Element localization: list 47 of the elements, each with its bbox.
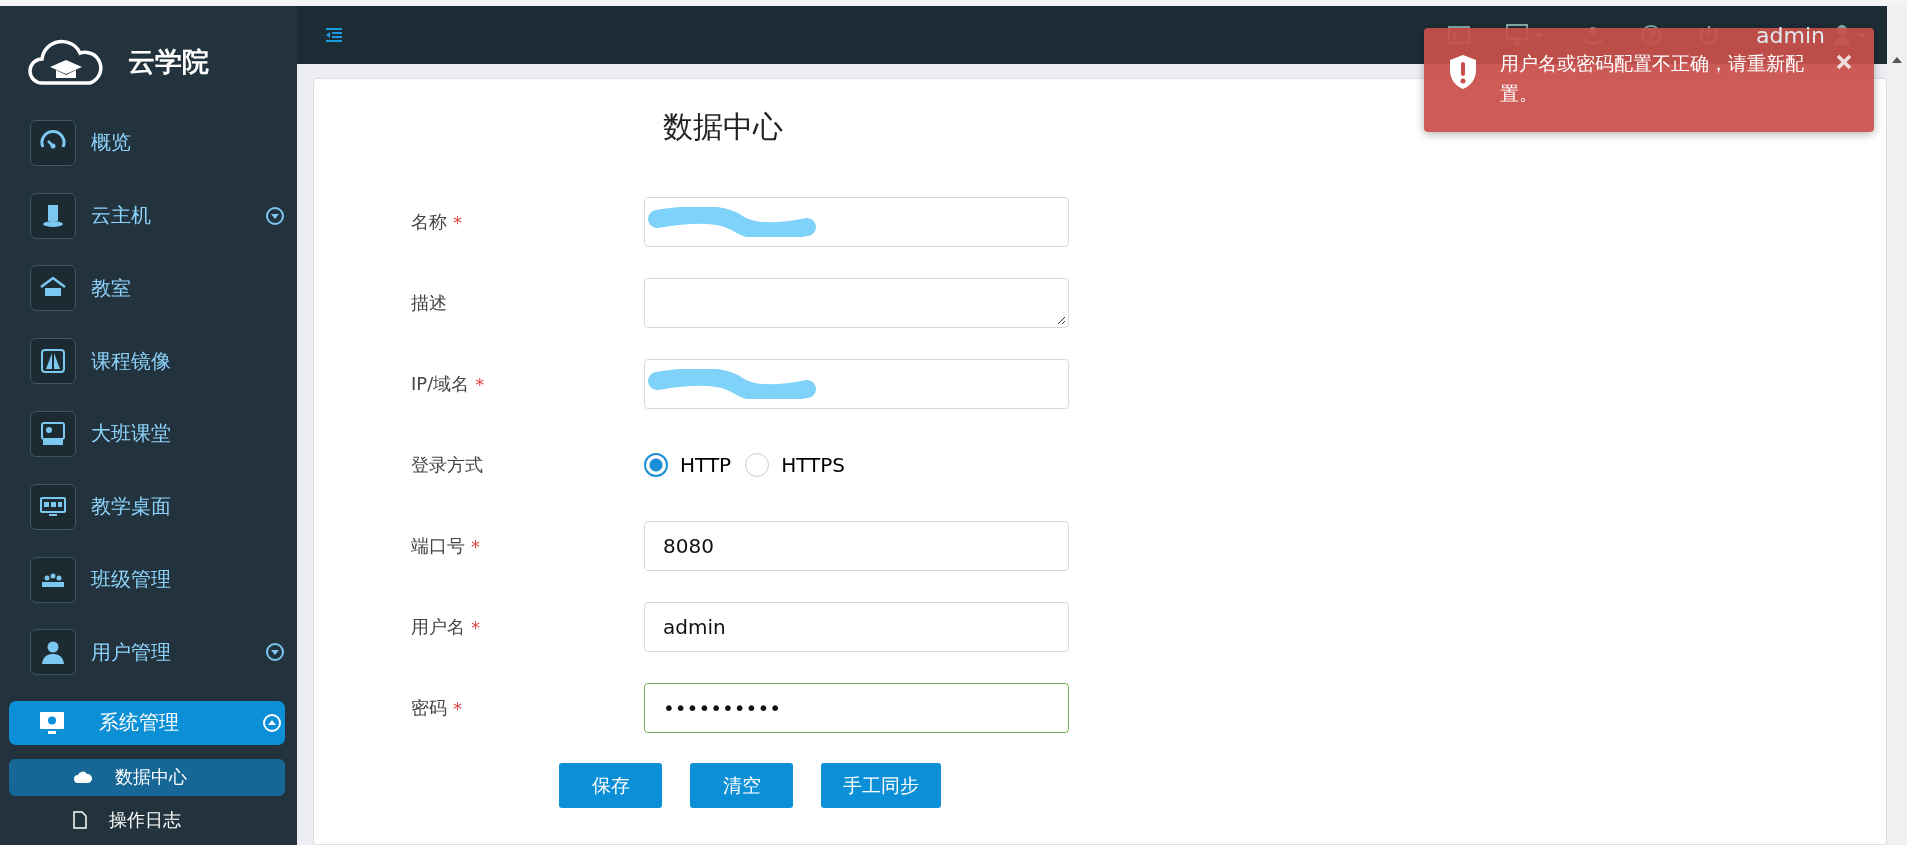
input-field[interactable] xyxy=(644,197,1069,247)
sidebar-item[interactable]: 大班课堂 xyxy=(30,409,288,459)
text-area[interactable] xyxy=(644,278,1069,328)
toast-message: 用户名或密码配置不正确，请重新配置。 xyxy=(1500,51,1805,106)
field-label: 端口号 xyxy=(411,534,465,558)
menu-icon[interactable] xyxy=(325,27,343,43)
user-name[interactable]: admin xyxy=(1756,22,1825,48)
field-label: 描述 xyxy=(411,291,447,315)
scrollbar[interactable] xyxy=(1887,6,1907,845)
sidebar-subitem[interactable]: 数据中心 xyxy=(9,758,285,796)
input-field[interactable]: admin xyxy=(644,602,1069,652)
field-label: 名称 xyxy=(411,210,447,234)
shield-alert-icon xyxy=(1448,54,1478,90)
input-field[interactable] xyxy=(644,359,1069,409)
logo-text: 云学院 xyxy=(128,45,209,80)
input-field[interactable]: 8080 xyxy=(644,521,1069,571)
form-button[interactable]: 手工同步 xyxy=(821,763,941,808)
resize-grip-icon xyxy=(1056,315,1066,325)
field-label: IP/域名 xyxy=(411,372,470,396)
cloud-icon xyxy=(73,770,93,785)
sidebar-item[interactable]: 云主机 xyxy=(30,191,288,240)
required-mark: * xyxy=(475,373,485,395)
sidebar-item[interactable]: 系统管理 xyxy=(9,700,285,745)
sidebar-item[interactable]: 用户管理 xyxy=(30,628,288,677)
sidebar-item[interactable]: 班级管理 xyxy=(30,555,288,604)
input-field[interactable]: •••••••••• xyxy=(644,683,1069,733)
radio-option[interactable]: HTTP xyxy=(644,453,732,477)
scroll-up-icon[interactable] xyxy=(1891,56,1903,64)
sidebar-item[interactable]: 教学桌面 xyxy=(30,482,288,532)
sidebar-item[interactable]: 概览 xyxy=(30,118,288,168)
form-button[interactable]: 清空 xyxy=(690,763,793,808)
field-label: 登录方式 xyxy=(411,453,483,477)
field-label: 用户名 xyxy=(411,615,465,639)
document-icon xyxy=(73,811,87,830)
sidebar-item[interactable]: 教室 xyxy=(30,263,288,313)
form-button[interactable]: 保存 xyxy=(559,763,662,808)
required-mark: * xyxy=(453,697,462,719)
page-title: 数据中心 xyxy=(663,108,784,146)
sidebar-item[interactable]: 课程镜像 xyxy=(30,336,288,386)
required-mark: * xyxy=(471,535,480,557)
close-icon[interactable] xyxy=(1836,54,1852,70)
required-mark: * xyxy=(471,616,480,638)
cloud-cap-icon xyxy=(26,37,106,88)
sidebar-subitem[interactable]: 操作日志 xyxy=(9,801,285,839)
required-mark: * xyxy=(453,211,462,233)
radio-option[interactable]: HTTPS xyxy=(745,453,846,477)
field-label: 密码 xyxy=(411,696,447,720)
